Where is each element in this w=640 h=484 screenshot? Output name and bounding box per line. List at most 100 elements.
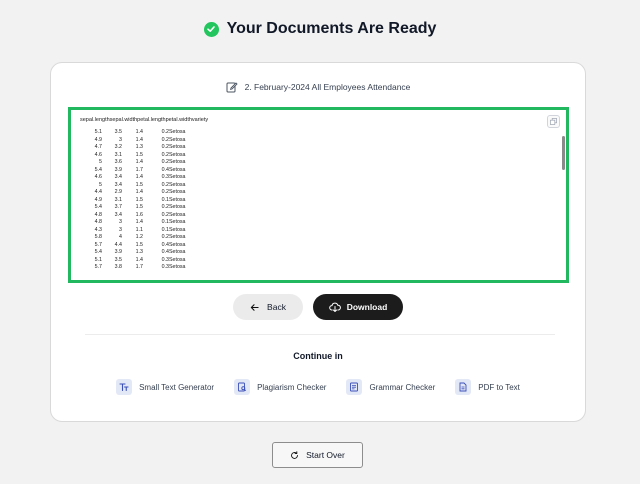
start-over-button[interactable]: Start Over [272,442,363,468]
data-cell: Setosa [169,264,186,270]
data-row: 5.4 3.7 1.5 0.2 Setosa [80,204,186,212]
tool-plagiarism-checker[interactable]: Plagiarism Checker [234,379,326,395]
tool-label: Plagiarism Checker [257,382,327,392]
data-cell: 5.4 [94,166,102,173]
data-cell: 0.2 [161,211,169,218]
data-row: 5.1 3.5 1.4 0.3 Setosa [80,257,186,265]
data-row: 4.8 3.4 1.6 0.2 Setosa [80,212,186,220]
tool-label: Grammar Checker [369,382,436,392]
data-cell: 3.1 [114,196,122,203]
data-row: 4.6 3.1 1.5 0.2 Setosa [80,152,186,160]
data-cell: Setosa [169,159,186,165]
download-button[interactable]: Download [313,294,403,320]
pdf-icon [455,379,472,395]
data-cell: 1.1 [135,226,143,233]
data-cell: 1.3 [135,144,143,150]
data-cell: 1.4 [135,256,143,263]
data-cell: 4.9 [94,196,102,203]
data-cell: 0.3 [161,256,169,263]
data-cell: 0.2 [161,234,169,240]
data-cell: 1.3 [135,249,143,255]
data-cell: Setosa [169,166,186,173]
data-cell: Setosa [169,181,186,188]
back-button[interactable]: Back [233,294,303,320]
data-cell: 0.2 [161,204,169,210]
page-header: Your Documents Are Ready [0,20,640,38]
data-row: 4.9 3 1.4 0.2 Setosa [80,137,186,145]
tool-grammar-checker[interactable]: Grammar Checker [346,379,435,395]
data-cell: 3 [119,226,122,233]
data-cell: 0.3 [161,264,169,270]
data-cell: 3.4 [114,181,122,188]
data-cell: 5.7 [94,264,102,270]
data-cell: 0.1 [161,196,169,203]
data-cell: 5.8 [94,234,102,240]
cloud-download-icon [328,302,341,312]
data-cell: Setosa [169,196,186,203]
start-over-label: Start Over [306,450,345,460]
data-cell: 1.4 [135,159,143,165]
data-row: 4.9 3.1 1.5 0.1 Setosa [80,197,186,205]
data-cell: Setosa [169,129,186,135]
data-cell: 4 [119,234,122,240]
data-cell: Setosa [169,144,186,150]
data-cell: 4.8 [94,219,102,225]
file-name-row: 2. February-2024 All Employees Attendanc… [51,81,585,93]
data-cell: 3.9 [114,166,122,173]
data-row: 4.4 2.9 1.4 0.2 Setosa [80,189,186,197]
data-cell: 0.2 [161,159,169,165]
continue-title: Continue in [293,351,343,361]
data-cell: 0.4 [161,249,169,255]
data-cell: Setosa [169,256,186,263]
data-cell: 0.2 [161,189,169,195]
data-row: 4.8 3 1.4 0.1 Setosa [80,219,186,227]
data-cell: 1.4 [135,219,143,225]
data-cell: 1.4 [135,129,143,135]
data-row: 5 3.6 1.4 0.2 Setosa [80,159,186,167]
data-cell: 4.3 [94,226,102,233]
preview-rows: 5.1 3.5 1.4 0.2 Setosa 4.9 3 1.4 0.2 Setosa 4.7 3.2… [80,129,186,272]
data-cell: Setosa [169,219,186,225]
tool-links: Small Text Generator Plagiarism Checker … [51,379,585,395]
preview-header-line: sepal.lengthsepal.widthpetal.lengthpetal… [80,117,209,123]
data-cell: 4.6 [94,174,102,180]
back-button-label: Back [267,302,286,312]
data-cell: 4.8 [94,211,102,218]
tool-small-text-generator[interactable]: Small Text Generator [116,379,214,395]
data-cell: 3.4 [114,174,122,180]
grammar-icon [346,379,363,395]
data-cell: Setosa [169,226,186,233]
data-cell: 1.5 [135,204,143,210]
data-cell: 4.4 [114,241,122,248]
refresh-icon [291,450,299,459]
data-cell: 0.2 [161,144,169,150]
edit-icon[interactable] [226,81,238,93]
data-cell: 4.9 [94,136,102,143]
data-cell: Setosa [169,211,186,218]
data-cell: 0.2 [161,136,169,143]
data-cell: 1.4 [135,174,143,180]
copy-icon[interactable] [547,115,560,128]
data-cell: 3.8 [114,264,122,270]
document-preview[interactable]: sepal.lengthsepal.widthpetal.lengthpetal… [68,107,569,283]
data-row: 5.4 3.9 1.3 0.4 Setosa [80,249,186,257]
data-cell: 0.2 [161,181,169,188]
data-cell: 1.7 [135,264,143,270]
data-row: 5.1 3.5 1.4 0.2 Setosa [80,129,186,137]
data-row: 4.6 3.4 1.4 0.3 Setosa [80,174,186,182]
file-name: 2. February-2024 All Employees Attendanc… [244,82,411,92]
data-row: 5 3.4 1.5 0.2 Setosa [80,181,186,190]
data-cell: 3.5 [114,129,122,135]
data-row: 5.8 4 1.2 0.2 Setosa [80,234,186,242]
data-row: 4.7 3.2 1.3 0.2 Setosa [80,144,186,152]
data-cell: 0.2 [161,151,169,158]
scrollbar-thumb[interactable] [562,136,565,170]
data-cell: 3.9 [114,249,122,255]
data-cell: Setosa [169,136,186,143]
data-cell: 5.4 [94,249,102,255]
tool-pdf-to-text[interactable]: PDF to Text [455,379,520,395]
data-cell: 3.1 [114,151,122,158]
data-cell: 1.6 [135,211,143,218]
data-cell: 3.7 [114,204,122,210]
data-cell: 3.2 [114,144,122,150]
